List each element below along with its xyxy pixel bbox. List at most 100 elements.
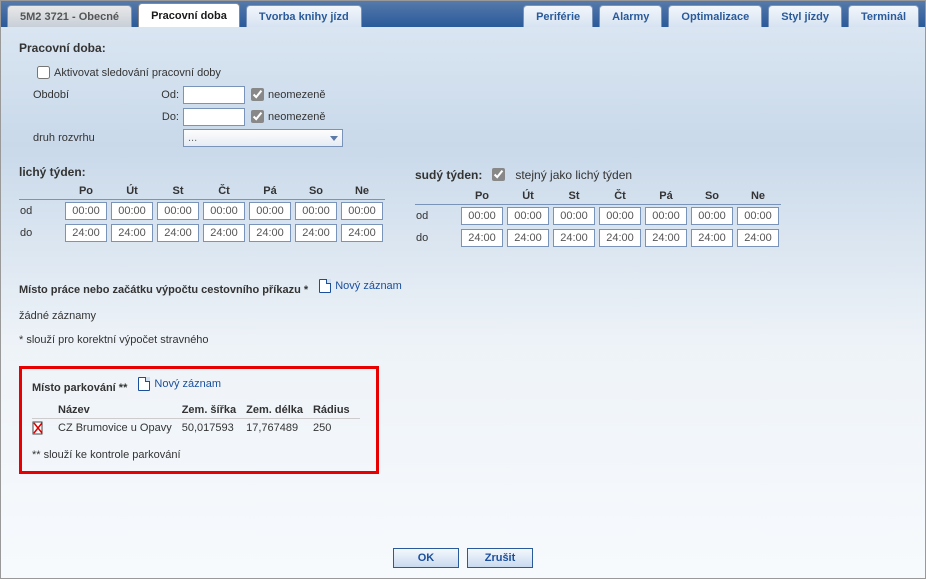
even-row-od: od bbox=[415, 205, 459, 228]
tab-optimization[interactable]: Optimalizace bbox=[668, 5, 762, 27]
even-day-0: Po bbox=[459, 188, 505, 205]
even-day-1: Út bbox=[505, 188, 551, 205]
activate-tracking-checkbox[interactable] bbox=[37, 66, 50, 79]
tab-terminal[interactable]: Terminál bbox=[848, 5, 919, 27]
even-do-0[interactable] bbox=[461, 229, 503, 247]
workhours-heading: Pracovní doba: bbox=[19, 41, 907, 55]
even-day-2: St bbox=[551, 188, 597, 205]
parking-note: ** slouží ke kontrole parkování bbox=[32, 449, 366, 461]
parking-new-link[interactable]: Nový záznam bbox=[138, 377, 221, 391]
to-unlimited-label: neomezeně bbox=[268, 111, 326, 123]
document-icon bbox=[319, 279, 331, 293]
odd-day-0: Po bbox=[63, 183, 109, 200]
workplace-section: Místo práce nebo začátku výpočtu cestovn… bbox=[19, 279, 907, 346]
workplace-note: * slouží pro korektní výpočet stravného bbox=[19, 334, 907, 346]
odd-day-6: Ne bbox=[339, 183, 385, 200]
odd-do-4[interactable] bbox=[249, 224, 291, 242]
odd-day-1: Út bbox=[109, 183, 155, 200]
tab-drivestyle[interactable]: Styl jízdy bbox=[768, 5, 842, 27]
even-row-do: do bbox=[415, 227, 459, 249]
tab-general[interactable]: 5M2 3721 - Obecné bbox=[7, 5, 132, 27]
workplace-new-label: Nový záznam bbox=[335, 280, 402, 292]
dialog-buttons: OK Zrušit bbox=[1, 548, 925, 568]
odd-week-table: Po Út St Čt Pá So Ne od bbox=[19, 183, 385, 244]
tab-logbook[interactable]: Tvorba knihy jízd bbox=[246, 5, 362, 27]
activate-tracking-label: Aktivovat sledování pracovní doby bbox=[54, 67, 221, 79]
even-day-6: Ne bbox=[735, 188, 781, 205]
even-od-6[interactable] bbox=[737, 207, 779, 225]
odd-row-od: od bbox=[19, 200, 63, 223]
parking-col-name: Název bbox=[58, 402, 182, 419]
parking-row-name: CZ Brumovice u Opavy bbox=[58, 419, 182, 438]
delete-icon[interactable] bbox=[32, 421, 44, 435]
to-label: Do: bbox=[153, 111, 183, 123]
odd-do-6[interactable] bbox=[341, 224, 383, 242]
odd-do-2[interactable] bbox=[157, 224, 199, 242]
even-od-0[interactable] bbox=[461, 207, 503, 225]
odd-day-4: Pá bbox=[247, 183, 293, 200]
even-do-5[interactable] bbox=[691, 229, 733, 247]
same-as-odd-checkbox[interactable] bbox=[492, 168, 505, 181]
even-od-3[interactable] bbox=[599, 207, 641, 225]
odd-od-5[interactable] bbox=[295, 202, 337, 220]
workplace-heading: Místo práce nebo začátku výpočtu cestovn… bbox=[19, 284, 308, 296]
odd-od-2[interactable] bbox=[157, 202, 199, 220]
odd-row-do: do bbox=[19, 222, 63, 244]
odd-week-block: lichý týden: Po Út St Čt Pá So Ne od bbox=[19, 165, 385, 249]
parking-heading: Místo parkování ** bbox=[32, 382, 127, 394]
period-from-input[interactable] bbox=[183, 86, 245, 104]
from-unlimited-label: neomezeně bbox=[268, 89, 326, 101]
even-do-1[interactable] bbox=[507, 229, 549, 247]
even-do-6[interactable] bbox=[737, 229, 779, 247]
ok-button[interactable]: OK bbox=[393, 548, 459, 568]
odd-do-3[interactable] bbox=[203, 224, 245, 242]
odd-day-5: So bbox=[293, 183, 339, 200]
parking-row-radius: 250 bbox=[313, 419, 360, 438]
even-do-2[interactable] bbox=[553, 229, 595, 247]
cancel-button[interactable]: Zrušit bbox=[467, 548, 533, 568]
odd-od-6[interactable] bbox=[341, 202, 383, 220]
odd-day-3: Čt bbox=[201, 183, 247, 200]
odd-od-3[interactable] bbox=[203, 202, 245, 220]
odd-od-1[interactable] bbox=[111, 202, 153, 220]
from-label: Od: bbox=[153, 89, 183, 101]
workplace-empty: žádné záznamy bbox=[19, 310, 907, 322]
even-do-3[interactable] bbox=[599, 229, 641, 247]
parking-row: CZ Brumovice u Opavy 50,017593 17,767489… bbox=[32, 419, 360, 438]
tab-alarms[interactable]: Alarmy bbox=[599, 5, 662, 27]
schedule-type-label: druh rozvrhu bbox=[33, 132, 153, 144]
even-day-4: Pá bbox=[643, 188, 689, 205]
even-week-table: Po Út St Čt Pá So Ne od bbox=[415, 188, 781, 249]
tab-workhours[interactable]: Pracovní doba bbox=[138, 3, 240, 27]
odd-do-1[interactable] bbox=[111, 224, 153, 242]
even-day-3: Čt bbox=[597, 188, 643, 205]
odd-week-title: lichý týden: bbox=[19, 165, 86, 179]
from-unlimited-checkbox[interactable] bbox=[251, 88, 264, 101]
even-od-4[interactable] bbox=[645, 207, 687, 225]
document-icon bbox=[138, 377, 150, 391]
to-unlimited-checkbox[interactable] bbox=[251, 110, 264, 123]
parking-col-radius: Rádius bbox=[313, 402, 360, 419]
parking-table: Název Zem. šířka Zem. délka Rádius bbox=[32, 402, 360, 437]
tab-bar: 5M2 3721 - Obecné Pracovní doba Tvorba k… bbox=[1, 1, 925, 27]
even-day-5: So bbox=[689, 188, 735, 205]
even-week-block: sudý týden: stejný jako lichý týden Po Ú… bbox=[415, 165, 781, 249]
odd-do-0[interactable] bbox=[65, 224, 107, 242]
tab-content: Pracovní doba: Aktivovat sledování praco… bbox=[1, 27, 925, 524]
odd-od-4[interactable] bbox=[249, 202, 291, 220]
odd-day-2: St bbox=[155, 183, 201, 200]
even-do-4[interactable] bbox=[645, 229, 687, 247]
tab-peripherals[interactable]: Periférie bbox=[523, 5, 593, 27]
even-od-5[interactable] bbox=[691, 207, 733, 225]
parking-section: Místo parkování ** Nový záznam Název Zem… bbox=[19, 366, 379, 474]
even-od-1[interactable] bbox=[507, 207, 549, 225]
parking-col-lon: Zem. délka bbox=[246, 402, 313, 419]
odd-od-0[interactable] bbox=[65, 202, 107, 220]
period-to-input[interactable] bbox=[183, 108, 245, 126]
odd-do-5[interactable] bbox=[295, 224, 337, 242]
schedule-type-select[interactable]: ... bbox=[183, 129, 343, 147]
parking-col-lat: Zem. šířka bbox=[182, 402, 246, 419]
workplace-new-link[interactable]: Nový záznam bbox=[319, 279, 402, 293]
even-od-2[interactable] bbox=[553, 207, 595, 225]
parking-row-lat: 50,017593 bbox=[182, 419, 246, 438]
